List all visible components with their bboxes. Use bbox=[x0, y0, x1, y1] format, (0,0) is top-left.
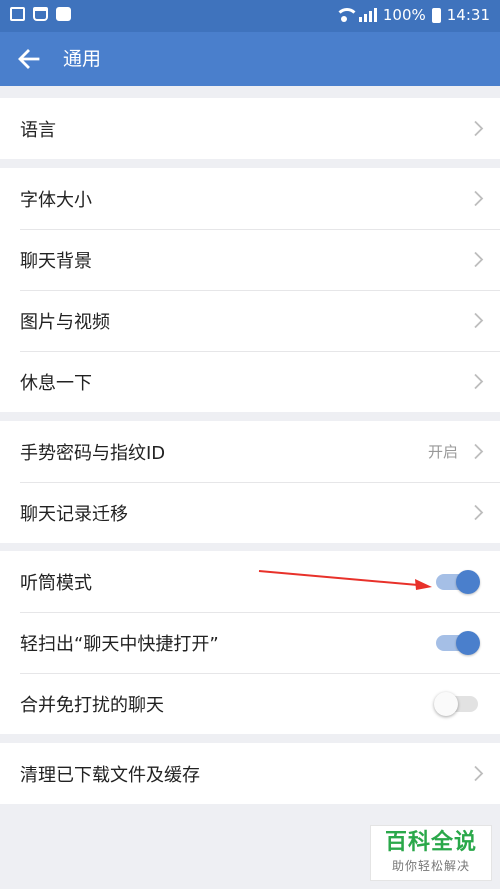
setting-label: 图片与视频 bbox=[20, 311, 110, 333]
arrow-left-icon bbox=[18, 49, 40, 69]
setting-label: 聊天背景 bbox=[20, 250, 92, 272]
chevron-right-icon bbox=[473, 251, 484, 268]
setting-row-chat-background[interactable]: 聊天背景 bbox=[0, 229, 500, 290]
image-icon bbox=[10, 7, 25, 21]
setting-row-merge-muted-chats: 合并免打扰的聊天 bbox=[0, 673, 500, 734]
setting-row-images-videos[interactable]: 图片与视频 bbox=[0, 290, 500, 351]
status-bar: 100% 14:31 bbox=[0, 0, 500, 32]
signal-icon bbox=[358, 8, 377, 22]
chevron-right-icon bbox=[473, 312, 484, 329]
setting-label: 轻扫出“聊天中快捷打开” bbox=[20, 633, 219, 655]
battery-icon bbox=[431, 7, 441, 23]
shopping-bag-icon bbox=[33, 7, 48, 21]
watermark-title: 百科全说 bbox=[384, 830, 477, 855]
setting-label: 休息一下 bbox=[20, 372, 92, 394]
setting-row-gesture-fingerprint[interactable]: 手势密码与指纹ID 开启 bbox=[0, 421, 500, 482]
setting-row-font-size[interactable]: 字体大小 bbox=[0, 168, 500, 229]
back-button[interactable] bbox=[14, 44, 44, 74]
setting-row-chat-migration[interactable]: 聊天记录迁移 bbox=[0, 482, 500, 543]
setting-row-swipe-quick-open: 轻扫出“聊天中快捷打开” bbox=[0, 612, 500, 673]
setting-label: 聊天记录迁移 bbox=[20, 503, 128, 525]
earpiece-mode-toggle[interactable] bbox=[434, 570, 480, 594]
message-icon bbox=[56, 7, 71, 21]
red-arrow-annotation bbox=[258, 570, 432, 590]
chevron-right-icon bbox=[473, 765, 484, 782]
setting-row-clear-cache[interactable]: 清理已下载文件及缓存 bbox=[0, 743, 500, 804]
setting-label: 字体大小 bbox=[20, 189, 92, 211]
clock: 14:31 bbox=[446, 6, 490, 24]
setting-label: 合并免打扰的聊天 bbox=[20, 694, 164, 716]
setting-label: 手势密码与指纹ID bbox=[20, 442, 166, 464]
setting-label: 清理已下载文件及缓存 bbox=[20, 764, 200, 786]
battery-percent: 100% bbox=[382, 6, 426, 24]
watermark-logo: 百科全说 助你轻松解决 bbox=[370, 825, 492, 881]
wifi-icon bbox=[334, 8, 359, 22]
setting-label: 语言 bbox=[20, 119, 56, 141]
setting-value: 开启 bbox=[427, 443, 458, 461]
app-bar: 通用 bbox=[0, 32, 500, 86]
chevron-right-icon bbox=[473, 443, 484, 460]
chevron-right-icon bbox=[473, 190, 484, 207]
setting-row-take-a-break[interactable]: 休息一下 bbox=[0, 351, 500, 412]
settings-group-security: 手势密码与指纹ID 开启 聊天记录迁移 bbox=[0, 421, 500, 543]
merge-muted-chats-toggle[interactable] bbox=[434, 692, 480, 716]
chevron-right-icon bbox=[473, 373, 484, 390]
watermark-subtitle: 助你轻松解决 bbox=[391, 859, 470, 873]
settings-group-language: 语言 bbox=[0, 98, 500, 159]
setting-label: 听筒模式 bbox=[20, 572, 92, 594]
settings-group-storage: 清理已下载文件及缓存 bbox=[0, 743, 500, 804]
chevron-right-icon bbox=[473, 504, 484, 521]
setting-row-language[interactable]: 语言 bbox=[0, 98, 500, 159]
chevron-right-icon bbox=[473, 120, 484, 137]
page-title: 通用 bbox=[63, 48, 102, 70]
swipe-quick-open-toggle[interactable] bbox=[434, 631, 480, 655]
settings-group-display: 字体大小 聊天背景 图片与视频 休息一下 bbox=[0, 168, 500, 412]
